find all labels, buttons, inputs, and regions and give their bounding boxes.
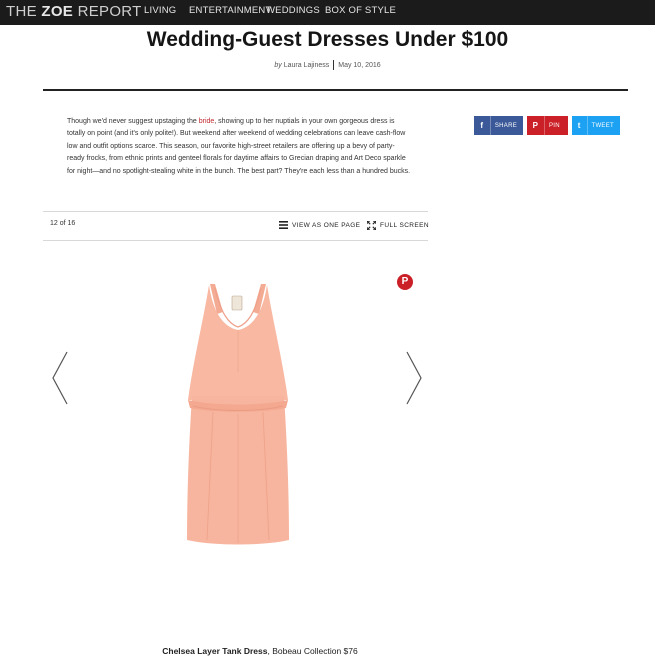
next-slide-arrow-icon[interactable] bbox=[404, 350, 424, 406]
facebook-icon: f bbox=[480, 121, 484, 130]
previous-slide-arrow-icon[interactable] bbox=[50, 350, 70, 406]
nav-entertainment[interactable]: ENTERTAINMENT bbox=[189, 5, 271, 16]
full-screen-button[interactable]: FULL SCREEN bbox=[367, 221, 429, 230]
facebook-share-label: SHARE bbox=[489, 116, 523, 135]
full-screen-label: FULL SCREEN bbox=[380, 222, 429, 229]
byline-divider bbox=[333, 60, 335, 70]
product-brand-price: , Bobeau Collection $76 bbox=[267, 646, 358, 656]
bride-link[interactable]: bride bbox=[199, 118, 215, 125]
publish-date: May 10, 2016 bbox=[338, 61, 381, 69]
pinterest-pin-button[interactable]: P PIN bbox=[527, 116, 568, 135]
site-logo[interactable]: THE ZOE REPORT bbox=[6, 3, 142, 20]
list-icon bbox=[279, 221, 288, 229]
product-name: Chelsea Layer Tank Dress bbox=[162, 646, 268, 656]
twitter-tweet-label: TWEET bbox=[586, 116, 621, 135]
view-as-one-page-button[interactable]: VIEW AS ONE PAGE bbox=[279, 221, 360, 229]
pinterest-icon: P bbox=[532, 121, 539, 130]
nav-living[interactable]: LIVING bbox=[144, 5, 176, 16]
intro-text-start: Though we'd never suggest upstaging the bbox=[67, 118, 199, 125]
logo-text-zoe: ZOE bbox=[41, 3, 74, 20]
logo-text-the: THE bbox=[6, 3, 42, 20]
expand-icon bbox=[367, 221, 376, 230]
intro-text-end: , showing up to her nuptials in your own… bbox=[67, 118, 411, 175]
nav-box-of-style[interactable]: BOX OF STYLE bbox=[325, 5, 396, 16]
article-byline: by Laura Lajiness May 10, 2016 bbox=[0, 60, 655, 70]
header-divider bbox=[43, 89, 628, 91]
top-nav-bar: THE ZOE REPORT LIVING ENTERTAINMENT WEDD… bbox=[0, 0, 655, 25]
byline-prefix: by bbox=[274, 61, 282, 69]
nav-weddings[interactable]: WEDDINGS bbox=[266, 5, 320, 16]
product-image-dress bbox=[187, 284, 289, 545]
article-title: Wedding-Guest Dresses Under $100 bbox=[146, 28, 509, 51]
gallery-bar-top-border bbox=[43, 211, 428, 212]
product-caption: Chelsea Layer Tank Dress, Bobeau Collect… bbox=[0, 646, 520, 656]
slide-counter: 12 of 16 bbox=[50, 220, 76, 227]
article-intro: Though we'd never suggest upstaging the … bbox=[67, 116, 412, 178]
twitter-tweet-button[interactable]: t TWEET bbox=[572, 116, 620, 135]
logo-text-report: REPORT bbox=[73, 3, 142, 20]
facebook-share-button[interactable]: f SHARE bbox=[474, 116, 523, 135]
pin-image-button[interactable]: P bbox=[397, 274, 413, 290]
pinterest-pin-label: PIN bbox=[544, 116, 566, 135]
author-name[interactable]: Laura Lajiness bbox=[284, 62, 330, 69]
view-as-one-page-label: VIEW AS ONE PAGE bbox=[292, 221, 361, 229]
twitter-icon: t bbox=[577, 121, 581, 130]
gallery-bar-bottom-border bbox=[43, 240, 428, 241]
